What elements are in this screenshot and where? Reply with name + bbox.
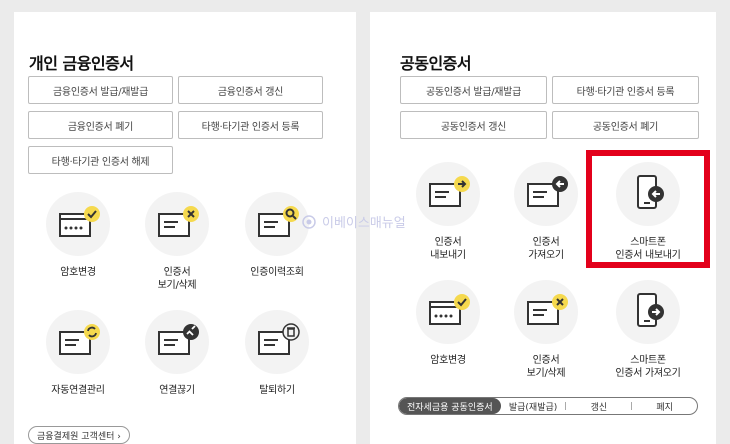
tile-label: 연결끊기	[159, 385, 195, 396]
tile-smartphone-import[interactable]: 스마트폰 인증서 가져오기	[598, 280, 698, 380]
auto-connect-icon	[46, 310, 110, 374]
tile-label: 스마트폰 인증서 가져오기	[615, 355, 681, 379]
tile-label: 인증서 내보내기	[430, 237, 466, 261]
watermark: 이베이스매뉴얼	[302, 212, 406, 231]
joint-revoke-button[interactable]: 공동인증서 폐기	[552, 111, 699, 139]
trash-icon	[245, 310, 309, 374]
password-icon	[46, 192, 110, 256]
certificate-export-icon	[416, 162, 480, 226]
tile-label: 암호변경	[430, 355, 466, 366]
tile-auto-connect[interactable]: 자동연결관리	[28, 310, 128, 397]
tile-view-delete-certificate[interactable]: 인증서 보기/삭제	[127, 192, 227, 292]
joint-renew-button[interactable]: 공동인증서 갱신	[400, 111, 547, 139]
certificate-import-icon	[514, 162, 578, 226]
certificate-delete-icon	[514, 280, 578, 344]
release-other-bank-button[interactable]: 타행·타기관 인증서 해제	[28, 146, 173, 174]
tile-label: 인증서 가져오기	[528, 237, 564, 261]
tile-disconnect[interactable]: 연결끊기	[127, 310, 227, 397]
panel-title: 개인 금융인증서	[29, 54, 134, 73]
certificate-delete-icon	[145, 192, 209, 256]
revoke-button[interactable]: 금융인증서 폐기	[28, 111, 173, 139]
watermark-text: 이베이스매뉴얼	[322, 216, 406, 231]
highlight-box	[586, 150, 710, 268]
tax-renew-link[interactable]: 갱신	[566, 400, 631, 413]
tile-label: 암호변경	[60, 267, 96, 278]
tile-label: 탈퇴하기	[259, 385, 295, 396]
tile-withdraw[interactable]: 탈퇴하기	[227, 310, 327, 397]
tile-label: 인증이력조회	[250, 267, 304, 278]
tax-issue-link[interactable]: 발급(재발급)	[501, 400, 566, 413]
tile-label: 자동연결관리	[51, 385, 105, 396]
tile-change-password[interactable]: 암호변경	[398, 280, 498, 367]
watermark-logo-icon	[302, 214, 316, 229]
joint-certificate-panel: 공동인증서 공동인증서 발급/재발급 타행·타기관 인증서 등록 공동인증서 갱…	[370, 12, 716, 444]
issue-reissue-button[interactable]: 금융인증서 발급/재발급	[28, 76, 173, 104]
disconnect-icon	[145, 310, 209, 374]
joint-register-other-bank-button[interactable]: 타행·타기관 인증서 등록	[552, 76, 699, 104]
panel-title: 공동인증서	[400, 54, 472, 73]
renew-button[interactable]: 금융인증서 갱신	[178, 76, 323, 104]
history-search-icon	[245, 192, 309, 256]
register-other-bank-button[interactable]: 타행·타기관 인증서 등록	[178, 111, 323, 139]
tax-certificate-tag: 전자세금용 공동인증서	[399, 398, 501, 414]
customer-center-link[interactable]: 금융결제원 고객센터 ›	[28, 426, 130, 444]
tile-label: 인증서 보기/삭제	[526, 355, 566, 379]
tax-certificate-bar: 전자세금용 공동인증서 발급(재발급) 갱신 폐지	[398, 397, 698, 415]
joint-issue-reissue-button[interactable]: 공동인증서 발급/재발급	[400, 76, 547, 104]
tile-history-lookup[interactable]: 인증이력조회	[227, 192, 327, 279]
tile-export-certificate[interactable]: 인증서 내보내기	[398, 162, 498, 262]
tax-revoke-link[interactable]: 폐지	[632, 400, 697, 413]
tile-view-delete-certificate[interactable]: 인증서 보기/삭제	[496, 280, 596, 380]
tile-import-certificate[interactable]: 인증서 가져오기	[496, 162, 596, 262]
tile-label: 인증서 보기/삭제	[157, 267, 197, 291]
password-icon	[416, 280, 480, 344]
tile-change-password[interactable]: 암호변경	[28, 192, 128, 279]
smartphone-import-icon	[616, 280, 680, 344]
